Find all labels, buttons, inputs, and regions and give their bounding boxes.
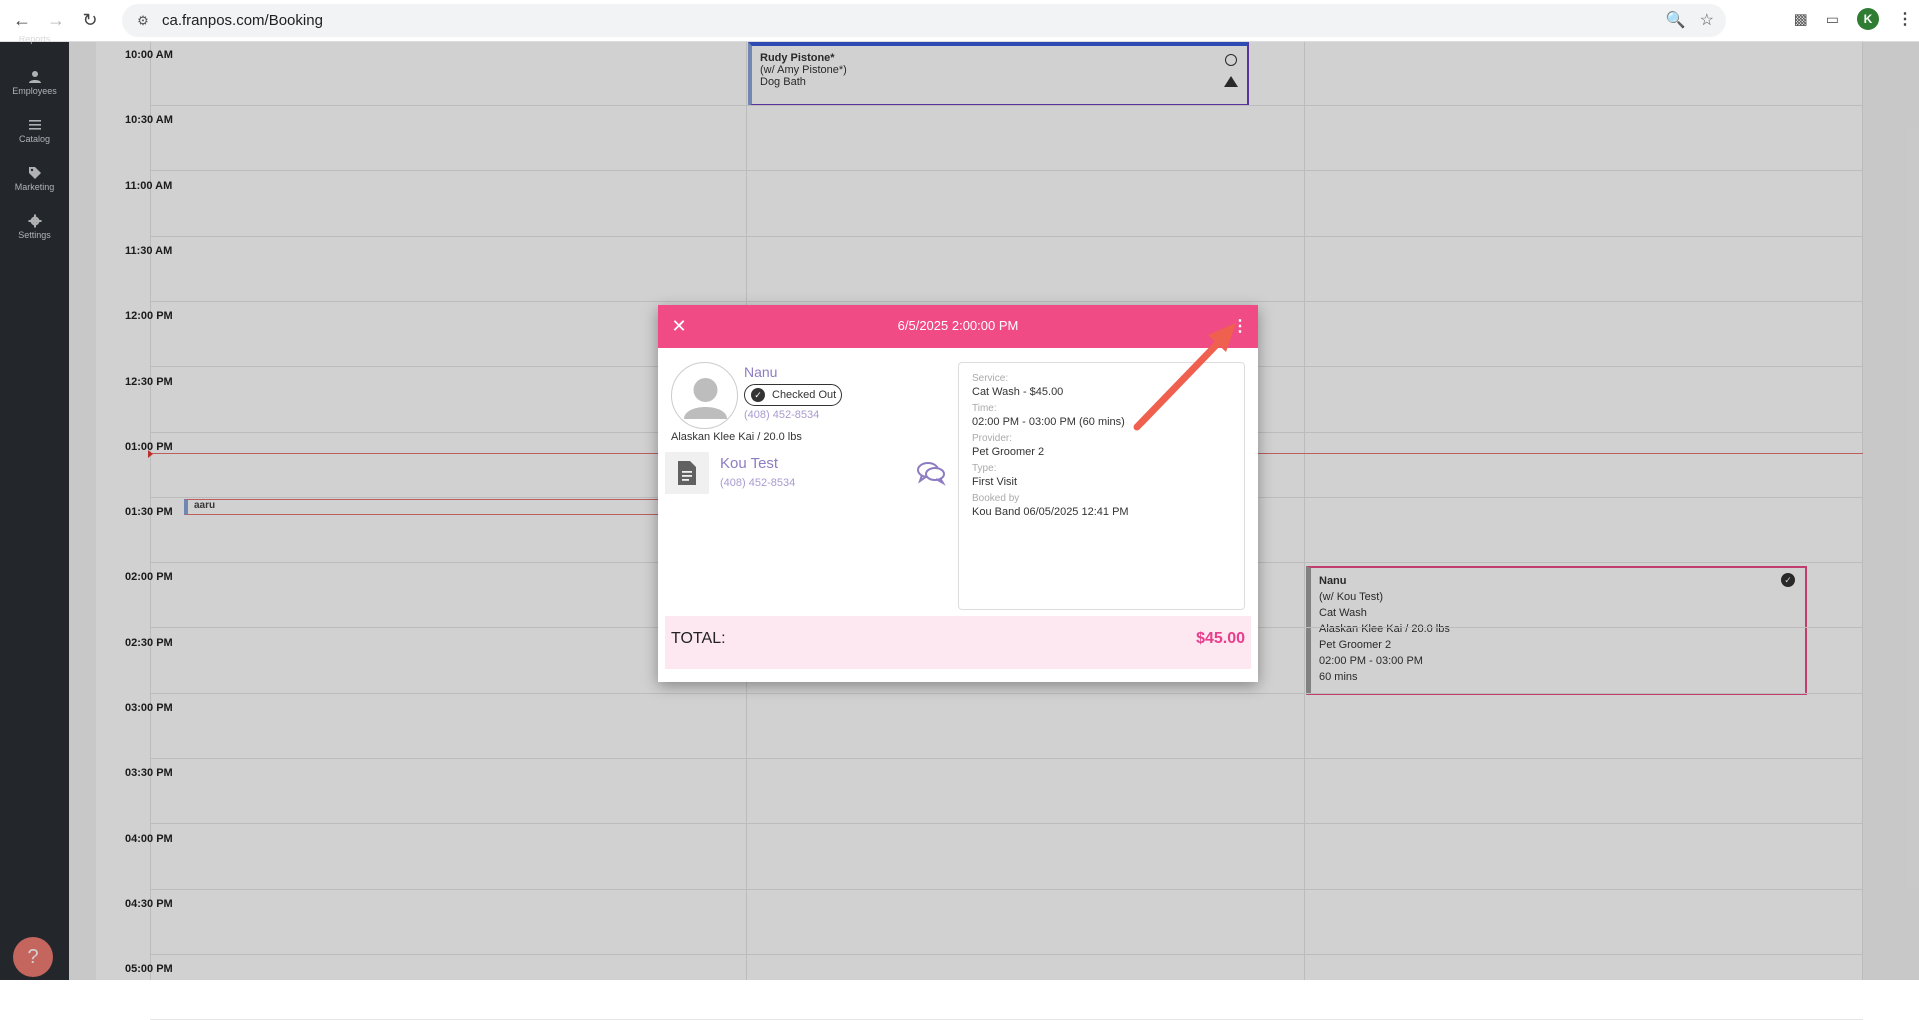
chat-icon[interactable] — [916, 460, 946, 486]
avatar-placeholder-icon — [684, 378, 727, 419]
time-label: Time: — [972, 403, 997, 414]
total-bar: TOTAL: $45.00 — [665, 616, 1251, 669]
owner-phone[interactable]: (408) 452-8534 — [720, 477, 795, 489]
provider-label: Provider: — [972, 433, 1013, 444]
owner-name[interactable]: Kou Test — [720, 455, 778, 472]
pet-breed: Alaskan Klee Kai / 20.0 lbs — [671, 431, 802, 443]
address-bar[interactable]: ⚙ ca.franpos.com/Booking 🔍 ☆ — [122, 4, 1726, 37]
browser-toolbar: ← → ↻ ⚙ ca.franpos.com/Booking 🔍 ☆ ▩ ▭ K… — [0, 0, 1919, 42]
more-options-icon[interactable]: ⋮ — [1232, 315, 1248, 337]
total-label: TOTAL: — [671, 630, 726, 647]
site-info-icon[interactable]: ⚙ — [128, 13, 158, 29]
browser-menu-icon[interactable]: ⋮ — [1897, 9, 1913, 29]
type-value: First Visit — [972, 476, 1018, 488]
provider-value: Pet Groomer 2 — [972, 446, 1045, 458]
booked-by-label: Booked by — [972, 493, 1020, 504]
modal-header: ✕ 6/5/2025 2:00:00 PM ⋮ — [658, 305, 1258, 348]
back-icon[interactable]: ← — [10, 9, 34, 33]
zoom-icon[interactable]: 🔍 — [1666, 10, 1686, 30]
total-value: $45.00 — [1196, 630, 1245, 647]
service-label: Service: — [972, 373, 1009, 384]
bookmark-star-icon[interactable]: ☆ — [1700, 10, 1714, 30]
service-value: Cat Wash - $45.00 — [972, 386, 1064, 398]
pet-name[interactable]: Nanu — [744, 364, 777, 380]
forward-icon[interactable]: → — [44, 9, 68, 33]
status-badge[interactable]: ✓ Checked Out — [744, 384, 842, 406]
check-circle-icon: ✓ — [751, 388, 765, 402]
pet-phone[interactable]: (408) 452-8534 — [744, 409, 819, 421]
pet-avatar — [671, 362, 738, 429]
profile-avatar[interactable]: K — [1857, 8, 1879, 30]
file-icon — [678, 461, 696, 485]
url-text[interactable]: ca.franpos.com/Booking — [162, 12, 323, 29]
status-label: Checked Out — [772, 389, 837, 401]
booked-by-value: Kou Band 06/05/2025 12:41 PM — [972, 506, 1129, 518]
tab-search-icon[interactable]: ▭ — [1826, 11, 1839, 28]
appointment-details: Service: Cat Wash - $45.00 Time: 02:00 P… — [958, 362, 1245, 610]
appointment-modal: ✕ 6/5/2025 2:00:00 PM ⋮ Nanu ✓ Checked O… — [658, 305, 1258, 682]
time-value: 02:00 PM - 03:00 PM (60 mins) — [972, 416, 1125, 428]
extensions-icon[interactable]: ▩ — [1794, 10, 1808, 28]
reload-icon[interactable]: ↻ — [78, 9, 102, 33]
type-label: Type: — [972, 463, 997, 474]
document-icon[interactable] — [665, 452, 709, 494]
modal-title: 6/5/2025 2:00:00 PM — [897, 318, 1019, 333]
